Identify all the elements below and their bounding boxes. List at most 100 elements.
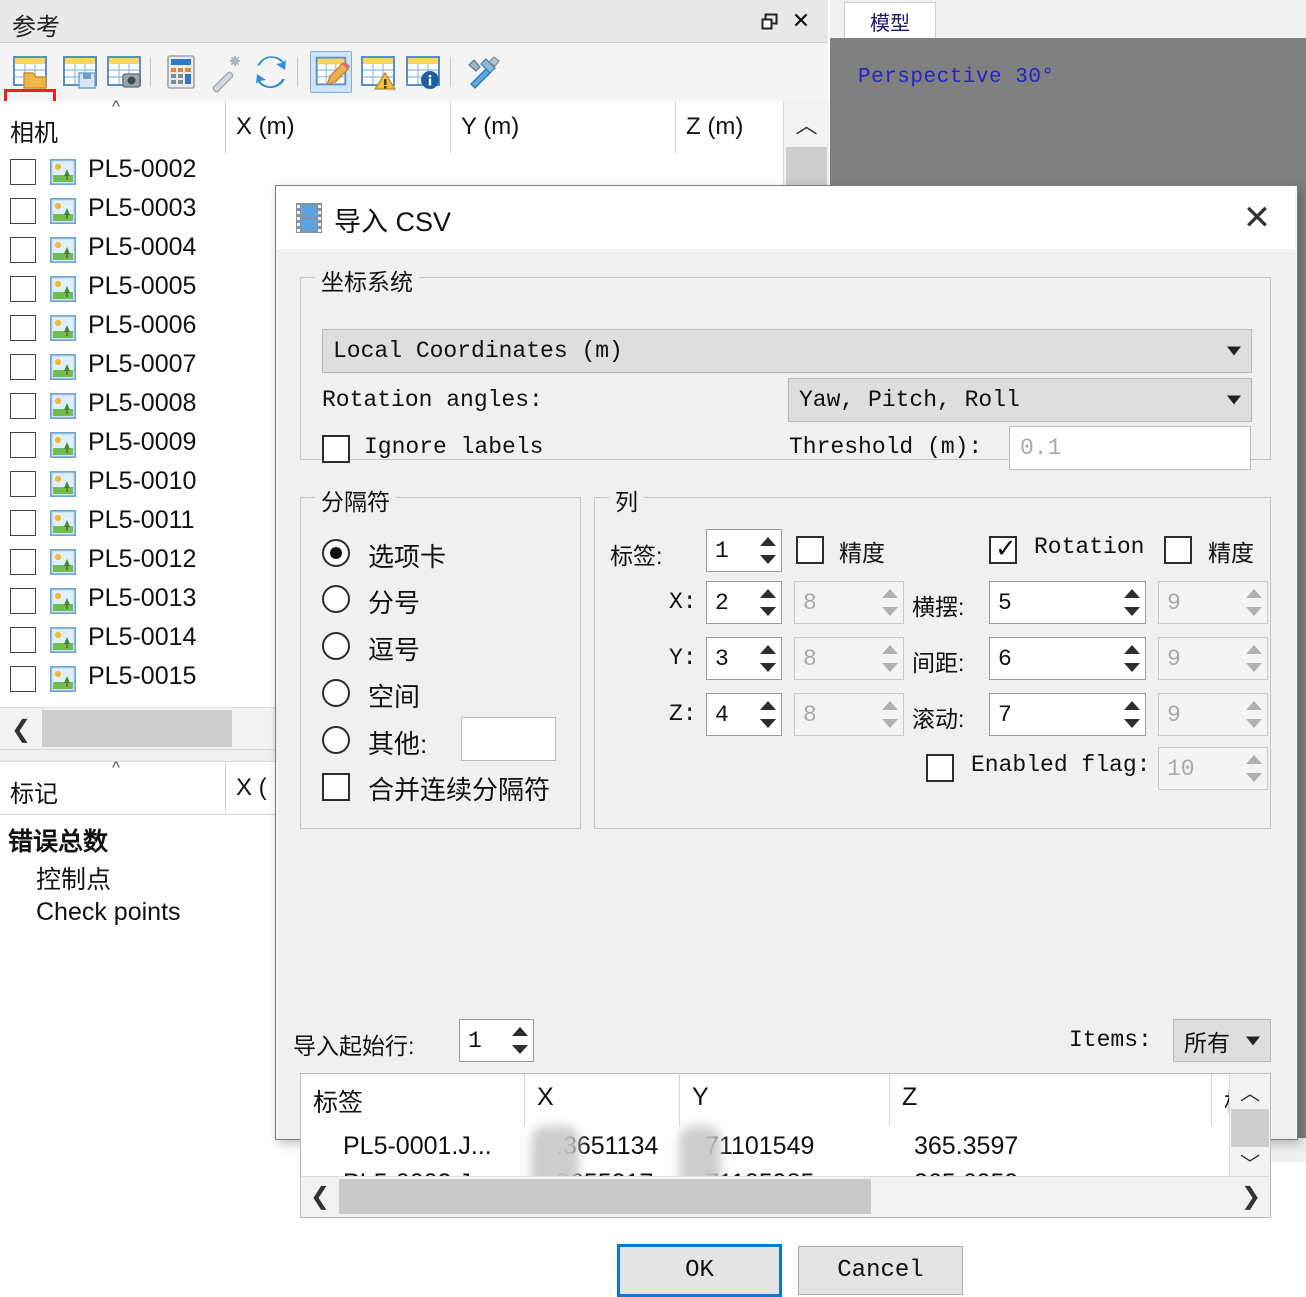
column-header-z[interactable]: Z (m) <box>675 101 783 153</box>
enabled-flag-spinner[interactable]: 10 <box>1158 747 1268 790</box>
csv-preview-table[interactable]: 标签 X Y Z 横摆 PL5-0001.J... .3651134 71101… <box>300 1073 1271 1218</box>
scroll-up-icon[interactable]: ︿ <box>784 101 829 146</box>
spinner-down-icon[interactable] <box>1246 607 1262 616</box>
z-accuracy-spinner[interactable]: 8 <box>794 693 904 736</box>
vscroll-thumb[interactable] <box>1231 1109 1269 1147</box>
ok-button[interactable]: OK <box>617 1244 782 1297</box>
spinner-buttons[interactable] <box>757 532 779 569</box>
row-checkbox[interactable] <box>10 588 36 614</box>
scroll-up-icon[interactable]: ︿ <box>1230 1074 1270 1108</box>
image-thumbnail-icon[interactable] <box>50 627 76 653</box>
cancel-button[interactable]: Cancel <box>798 1246 963 1295</box>
scroll-down-icon[interactable]: ﹀ <box>1230 1145 1270 1179</box>
accuracy-right-checkbox[interactable] <box>1164 536 1192 564</box>
spinner-buttons[interactable] <box>1121 696 1143 733</box>
pitch-accuracy-spinner[interactable]: 9 <box>1158 637 1268 680</box>
rotation-checkbox[interactable]: ✓ <box>989 534 1017 564</box>
row-checkbox[interactable] <box>10 159 36 185</box>
spinner-buttons[interactable] <box>757 640 779 677</box>
row-checkbox[interactable] <box>10 276 36 302</box>
preview-header-y[interactable]: Y <box>680 1074 890 1126</box>
start-row-spinner[interactable]: 1 <box>459 1019 534 1062</box>
spinner-down-icon[interactable] <box>1246 719 1262 728</box>
y-accuracy-spinner[interactable]: 8 <box>794 637 904 680</box>
x-column-spinner[interactable]: 2 <box>706 581 782 624</box>
pitch-column-spinner[interactable]: 6 <box>989 637 1146 680</box>
scroll-right-icon[interactable]: ❯ <box>1236 1180 1266 1212</box>
delimiter-radio-semicolon[interactable] <box>322 585 350 613</box>
spinner-up-icon[interactable] <box>1246 645 1262 654</box>
spinner-up-icon[interactable] <box>882 701 898 710</box>
image-thumbnail-icon[interactable] <box>50 159 76 185</box>
image-thumbnail-icon[interactable] <box>50 315 76 341</box>
image-thumbnail-icon[interactable] <box>50 393 76 419</box>
refresh-button[interactable] <box>250 51 292 93</box>
close-icon[interactable]: ✕ <box>1233 196 1281 240</box>
row-checkbox[interactable] <box>10 393 36 419</box>
spinner-down-icon[interactable] <box>760 719 776 728</box>
settings-button[interactable] <box>462 51 504 93</box>
row-checkbox[interactable] <box>10 198 36 224</box>
ignore-labels-checkbox[interactable] <box>322 435 350 463</box>
spinner-up-icon[interactable] <box>882 589 898 598</box>
delimiter-radio-space[interactable] <box>322 679 350 707</box>
roll-accuracy-spinner[interactable]: 9 <box>1158 693 1268 736</box>
scroll-left-icon[interactable]: ❮ <box>305 1180 335 1212</box>
spinner-buttons[interactable] <box>1121 584 1143 621</box>
label-column-spinner[interactable]: 1 <box>706 529 782 572</box>
preview-header-x[interactable]: X <box>525 1074 680 1126</box>
open-csv-button[interactable] <box>9 51 51 93</box>
spinner-down-icon[interactable] <box>1124 719 1140 728</box>
spinner-buttons[interactable] <box>879 696 901 733</box>
spinner-up-icon[interactable] <box>760 537 776 546</box>
spinner-up-icon[interactable] <box>1124 701 1140 710</box>
image-thumbnail-icon[interactable] <box>50 198 76 224</box>
spinner-down-icon[interactable] <box>882 607 898 616</box>
spinner-down-icon[interactable] <box>1124 607 1140 616</box>
image-thumbnail-icon[interactable] <box>50 276 76 302</box>
accuracy-left-checkbox[interactable] <box>796 536 824 564</box>
merge-delimiters-checkbox[interactable] <box>322 773 350 801</box>
spinner-buttons[interactable] <box>1243 640 1265 677</box>
spinner-down-icon[interactable] <box>882 663 898 672</box>
row-checkbox[interactable] <box>10 432 36 458</box>
x-accuracy-spinner[interactable]: 8 <box>794 581 904 624</box>
preview-header-z[interactable]: Z <box>890 1074 1212 1126</box>
image-thumbnail-icon[interactable] <box>50 237 76 263</box>
image-thumbnail-icon[interactable] <box>50 354 76 380</box>
image-thumbnail-icon[interactable] <box>50 510 76 536</box>
spinner-up-icon[interactable] <box>760 645 776 654</box>
table-warning-button[interactable] <box>357 51 399 93</box>
spinner-up-icon[interactable] <box>1246 589 1262 598</box>
crs-dropdown[interactable]: Local Coordinates (m) <box>322 329 1252 373</box>
spinner-up-icon[interactable] <box>1124 645 1140 654</box>
spinner-up-icon[interactable] <box>1124 589 1140 598</box>
table-camera-button[interactable] <box>103 51 145 93</box>
spinner-up-icon[interactable] <box>512 1027 528 1036</box>
spinner-buttons[interactable] <box>1243 696 1265 733</box>
row-checkbox[interactable] <box>10 666 36 692</box>
spinner-down-icon[interactable] <box>882 719 898 728</box>
delimiter-radio-comma[interactable] <box>322 632 350 660</box>
list-item[interactable]: 错误总数 <box>8 822 108 858</box>
spinner-buttons[interactable] <box>509 1022 531 1059</box>
spinner-down-icon[interactable] <box>1124 663 1140 672</box>
hscroll-thumb[interactable] <box>42 710 232 747</box>
restore-window-icon[interactable] <box>760 12 780 32</box>
yaw-column-spinner[interactable]: 5 <box>989 581 1146 624</box>
spinner-buttons[interactable] <box>1243 584 1265 621</box>
preview-vscrollbar[interactable]: ︿ ﹀ <box>1229 1074 1270 1179</box>
table-info-button[interactable] <box>402 51 444 93</box>
column-header-y[interactable]: Y (m) <box>450 101 675 153</box>
spinner-buttons[interactable] <box>1243 750 1265 787</box>
spinner-down-icon[interactable] <box>1246 773 1262 782</box>
spinner-up-icon[interactable] <box>760 701 776 710</box>
spinner-buttons[interactable] <box>879 584 901 621</box>
row-checkbox[interactable] <box>10 471 36 497</box>
image-thumbnail-icon[interactable] <box>50 549 76 575</box>
preview-hscrollbar[interactable]: ❮ ❯ <box>301 1176 1270 1217</box>
list-item[interactable]: Check points <box>36 898 181 927</box>
calculator-button[interactable] <box>160 51 202 93</box>
threshold-input[interactable]: 0.1 <box>1009 426 1251 470</box>
edit-table-button[interactable] <box>310 51 352 93</box>
